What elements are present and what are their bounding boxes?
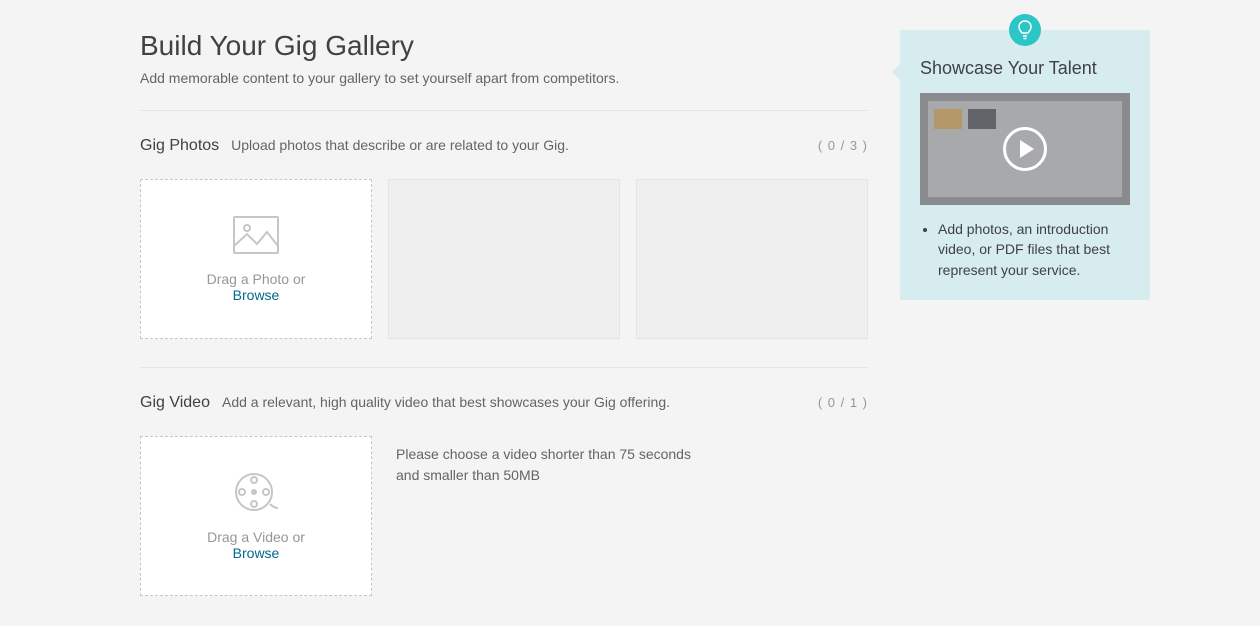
divider — [140, 110, 868, 111]
photo-placeholder-slot — [636, 179, 868, 339]
video-section-desc: Add a relevant, high quality video that … — [222, 394, 670, 410]
photos-section-title: Gig Photos — [140, 137, 219, 155]
photo-browse-link[interactable]: Browse — [233, 287, 280, 303]
image-icon — [233, 216, 279, 259]
page-subtitle: Add memorable content to your gallery to… — [140, 70, 868, 86]
photo-drop-text: Drag a Photo or — [207, 271, 306, 287]
tip-bullet: Add photos, an introduction video, or PD… — [938, 219, 1130, 280]
play-icon — [1003, 127, 1047, 171]
tip-video-thumbnail[interactable] — [920, 93, 1130, 205]
photo-placeholder-slot — [388, 179, 620, 339]
video-browse-link[interactable]: Browse — [233, 545, 280, 561]
page-title: Build Your Gig Gallery — [140, 30, 868, 62]
video-section-title: Gig Video — [140, 394, 210, 412]
film-reel-icon — [234, 472, 278, 517]
photos-counter: ( 0 / 3 ) — [818, 138, 868, 153]
photo-dropzone[interactable]: Drag a Photo or Browse — [140, 179, 372, 339]
tip-card: Showcase Your Talent Add photos, an intr… — [900, 30, 1150, 300]
video-dropzone[interactable]: Drag a Video or Browse — [140, 436, 372, 596]
tip-title: Showcase Your Talent — [920, 58, 1130, 79]
divider — [140, 367, 868, 368]
lightbulb-icon — [1009, 14, 1041, 46]
video-hint-text: Please choose a video shorter than 75 se… — [396, 436, 716, 486]
photos-section-desc: Upload photos that describe or are relat… — [231, 137, 569, 153]
video-drop-text: Drag a Video or — [207, 529, 305, 545]
video-counter: ( 0 / 1 ) — [818, 395, 868, 410]
